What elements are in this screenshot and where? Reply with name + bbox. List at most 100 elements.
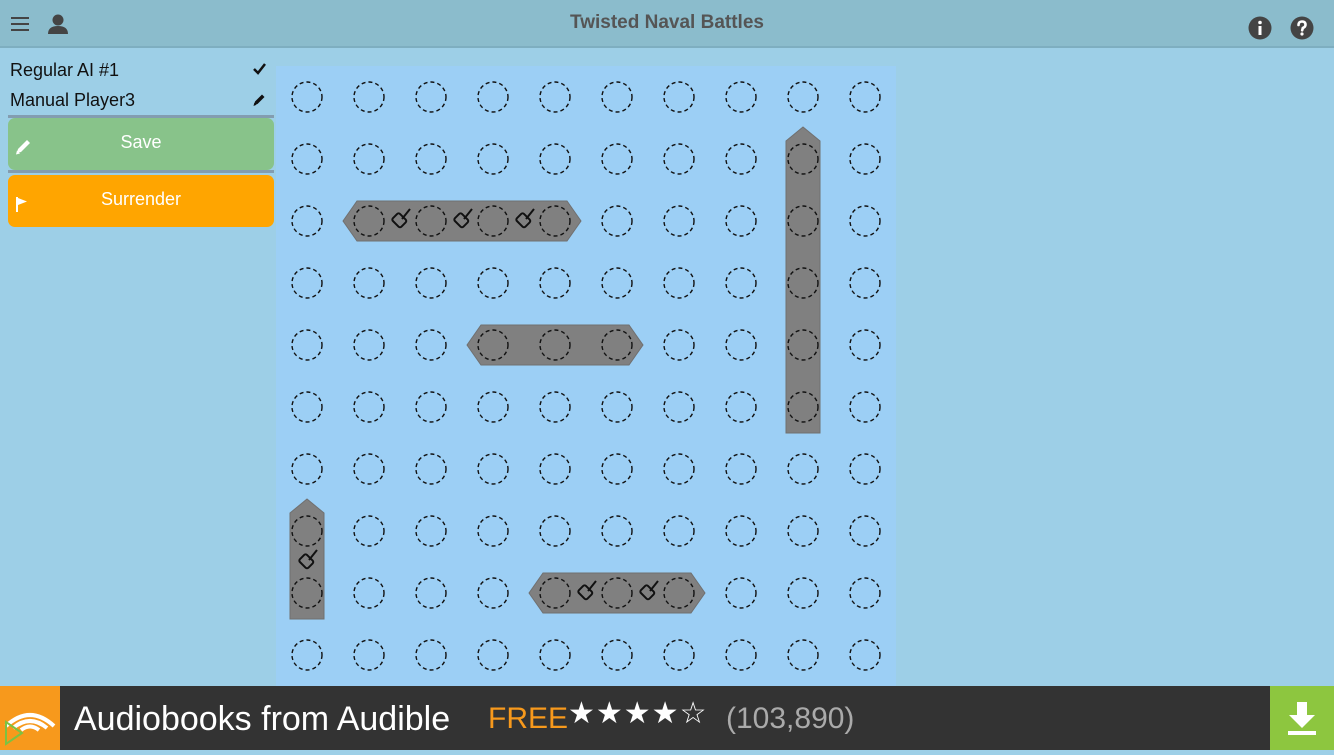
pencil-icon[interactable] bbox=[252, 93, 266, 107]
board-cell[interactable] bbox=[291, 143, 323, 175]
board-cell[interactable] bbox=[477, 143, 509, 175]
board-cell[interactable] bbox=[291, 391, 323, 423]
board-cell[interactable] bbox=[725, 639, 757, 671]
board-cell[interactable] bbox=[849, 205, 881, 237]
board-cell[interactable] bbox=[539, 267, 571, 299]
board-cell[interactable] bbox=[353, 81, 385, 113]
board-cell[interactable] bbox=[353, 143, 385, 175]
board-cell[interactable] bbox=[415, 329, 447, 361]
board-cell[interactable] bbox=[477, 453, 509, 485]
board-cell[interactable] bbox=[415, 267, 447, 299]
board-cell[interactable] bbox=[849, 81, 881, 113]
board-cell[interactable] bbox=[353, 453, 385, 485]
board-cell[interactable] bbox=[849, 143, 881, 175]
download-button[interactable] bbox=[1270, 686, 1334, 750]
board-cell[interactable] bbox=[787, 639, 819, 671]
board-cell[interactable] bbox=[601, 639, 633, 671]
board-cell[interactable] bbox=[601, 515, 633, 547]
board-cell[interactable] bbox=[353, 329, 385, 361]
board-cell[interactable] bbox=[849, 329, 881, 361]
board-cell[interactable] bbox=[539, 639, 571, 671]
board-cell[interactable] bbox=[663, 329, 695, 361]
board-cell[interactable] bbox=[353, 639, 385, 671]
board-cell[interactable] bbox=[601, 143, 633, 175]
board-cell[interactable] bbox=[415, 143, 447, 175]
board-cell[interactable] bbox=[849, 639, 881, 671]
board-cell[interactable] bbox=[477, 81, 509, 113]
check-icon bbox=[253, 63, 266, 75]
player-row-ai[interactable]: Regular AI #1 bbox=[0, 55, 276, 85]
board-cell[interactable] bbox=[415, 453, 447, 485]
board-cell[interactable] bbox=[725, 205, 757, 237]
divider bbox=[8, 170, 274, 173]
board-cell[interactable] bbox=[415, 391, 447, 423]
board-cell[interactable] bbox=[849, 515, 881, 547]
board-cell[interactable] bbox=[663, 205, 695, 237]
board-cell[interactable] bbox=[353, 515, 385, 547]
board-cell[interactable] bbox=[353, 267, 385, 299]
board-cell[interactable] bbox=[849, 453, 881, 485]
board-grid[interactable] bbox=[276, 66, 896, 686]
board-cell[interactable] bbox=[725, 81, 757, 113]
board-cell[interactable] bbox=[601, 81, 633, 113]
board-cell[interactable] bbox=[539, 143, 571, 175]
board-cell[interactable] bbox=[477, 577, 509, 609]
surrender-button[interactable]: Surrender bbox=[8, 175, 274, 227]
board-cell[interactable] bbox=[849, 391, 881, 423]
board-cell[interactable] bbox=[291, 267, 323, 299]
info-icon[interactable] bbox=[1248, 16, 1272, 40]
board-cell[interactable] bbox=[663, 267, 695, 299]
board-cell[interactable] bbox=[415, 639, 447, 671]
board-cell[interactable] bbox=[787, 577, 819, 609]
save-button[interactable]: Save bbox=[8, 118, 274, 170]
board-cell[interactable] bbox=[539, 391, 571, 423]
board-cell[interactable] bbox=[539, 81, 571, 113]
board-cell[interactable] bbox=[353, 391, 385, 423]
help-icon[interactable] bbox=[1290, 16, 1314, 40]
board-cell[interactable] bbox=[725, 329, 757, 361]
board-cell[interactable] bbox=[787, 81, 819, 113]
board-cell[interactable] bbox=[477, 267, 509, 299]
board-cell[interactable] bbox=[601, 205, 633, 237]
board-cell[interactable] bbox=[539, 515, 571, 547]
board-cell[interactable] bbox=[291, 81, 323, 113]
board-cell[interactable] bbox=[663, 391, 695, 423]
board-cell[interactable] bbox=[415, 577, 447, 609]
board-cell[interactable] bbox=[477, 639, 509, 671]
audible-logo bbox=[0, 686, 60, 750]
board-cell[interactable] bbox=[663, 143, 695, 175]
ship-cruiser bbox=[528, 572, 706, 614]
board-cell[interactable] bbox=[291, 329, 323, 361]
board-cell[interactable] bbox=[291, 205, 323, 237]
game-board[interactable] bbox=[276, 66, 896, 686]
board-cell[interactable] bbox=[539, 453, 571, 485]
board-cell[interactable] bbox=[725, 143, 757, 175]
board-cell[interactable] bbox=[291, 453, 323, 485]
board-cell[interactable] bbox=[601, 453, 633, 485]
board-cell[interactable] bbox=[787, 453, 819, 485]
board-cell[interactable] bbox=[849, 267, 881, 299]
top-bar: Twisted Naval Battles bbox=[0, 0, 1334, 48]
player-row-manual[interactable]: Manual Player3 bbox=[0, 85, 276, 115]
board-cell[interactable] bbox=[415, 515, 447, 547]
board-cell[interactable] bbox=[663, 453, 695, 485]
board-cell[interactable] bbox=[725, 267, 757, 299]
board-cell[interactable] bbox=[291, 639, 323, 671]
board-cell[interactable] bbox=[601, 267, 633, 299]
board-cell[interactable] bbox=[477, 391, 509, 423]
board-cell[interactable] bbox=[601, 391, 633, 423]
board-cell[interactable] bbox=[849, 577, 881, 609]
board-cell[interactable] bbox=[725, 515, 757, 547]
board-cell[interactable] bbox=[353, 577, 385, 609]
board-cell[interactable] bbox=[477, 515, 509, 547]
board-cell[interactable] bbox=[663, 639, 695, 671]
board-cell[interactable] bbox=[787, 515, 819, 547]
board-cell[interactable] bbox=[725, 453, 757, 485]
ad-title: Audiobooks from Audible bbox=[74, 700, 451, 738]
board-cell[interactable] bbox=[663, 515, 695, 547]
board-cell[interactable] bbox=[725, 391, 757, 423]
board-cell[interactable] bbox=[725, 577, 757, 609]
board-cell[interactable] bbox=[415, 81, 447, 113]
board-cell[interactable] bbox=[663, 81, 695, 113]
ad-banner[interactable]: Audiobooks from Audible FREE ★★★★☆ (103,… bbox=[0, 686, 1334, 750]
